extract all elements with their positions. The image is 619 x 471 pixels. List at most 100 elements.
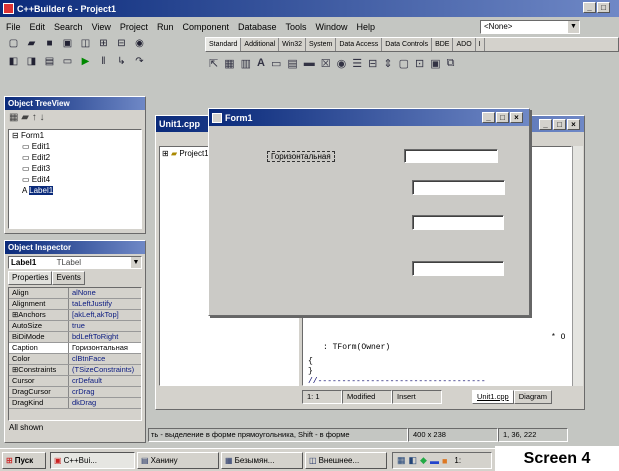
combobox-icon[interactable]: ⊟ [368,57,377,70]
memo-icon[interactable]: ▤ [287,57,297,70]
menu-help[interactable]: Help [357,22,376,32]
tray-icon-4[interactable]: ▬ [430,456,439,466]
pause-icon[interactable]: ‖ [96,55,111,69]
form-min-button[interactable]: _ [482,112,495,123]
task-button-2[interactable]: ▤ Ханину [137,452,219,469]
minimize-button[interactable]: _ [583,2,596,13]
form-edit2[interactable] [412,180,505,195]
menu-project[interactable]: Project [120,22,148,32]
tree-item-edit4[interactable]: ▭ Edit4 [12,174,141,185]
scrollbar-icon[interactable]: ⇕ [383,57,392,70]
toggle-icon[interactable]: ▤ [42,55,57,69]
prop-row-bidimode[interactable]: BiDiMode bdLeftToRight [9,332,141,343]
prop-row-constraints[interactable]: ⊞Constraints (TSizeConstraints) [9,365,141,376]
tree-item-label1[interactable]: A Label1 [12,185,141,196]
open-icon[interactable]: ▰ [24,37,39,51]
maximize-button[interactable]: □ [597,2,610,13]
editor-vscrollbar[interactable] [572,146,583,386]
checkbox-icon[interactable]: ☒ [321,57,331,70]
save-icon[interactable]: ■ [42,37,57,51]
tree-item-form1[interactable]: ⊟ Form1 [12,130,141,141]
tab-unit1-cpp[interactable]: Unit1.cpp [472,390,514,404]
trace-into-icon[interactable]: ↳ [114,55,129,69]
tab-diagram[interactable]: Diagram [513,390,553,404]
radio-icon[interactable]: ◉ [337,57,347,70]
menu-view[interactable]: View [92,22,111,32]
tree-item-edit3[interactable]: ▭ Edit3 [12,163,141,174]
add-file-icon[interactable]: ⊞ [96,37,111,51]
popupmenu-icon[interactable]: ▥ [241,57,251,70]
label-icon[interactable]: A [257,57,265,69]
menu-edit[interactable]: Edit [30,22,46,32]
editor-min-button[interactable]: _ [539,119,552,130]
edit-icon[interactable]: ▭ [271,57,281,70]
tree-node-project[interactable]: Project1 [179,149,208,158]
menu-component[interactable]: Component [182,22,229,32]
desktop-combo[interactable]: <None> ▼ [480,20,580,34]
inspector-object-combo[interactable]: Label1 TLabel ▼ [8,256,142,269]
tree-item-edit2[interactable]: ▭ Edit2 [12,152,141,163]
form-edit4[interactable] [412,261,504,276]
up-arrow-icon[interactable]: ↑ [32,112,37,123]
plus-icon[interactable]: ⊞ [162,149,169,158]
folder-icon[interactable]: ▦ [9,112,18,123]
tray-icon-3[interactable]: ◆ [420,455,427,466]
prop-row-autosize[interactable]: AutoSize true [9,321,141,332]
help-icon[interactable]: ◉ [132,37,147,51]
prop-row-caption[interactable]: Caption Горизонтальная [9,343,141,354]
form-edit1[interactable] [404,149,498,163]
task-button-3[interactable]: ▦ Безымян... [221,452,303,469]
palette-tab-data-controls[interactable]: Data Controls [382,38,433,51]
new-form-icon[interactable]: ▭ [60,55,75,69]
palette-tab-win32[interactable]: Win32 [279,38,307,51]
menu-run[interactable]: Run [157,22,174,32]
start-button[interactable]: ⊞ Пуск [2,452,46,469]
tray-icon-5[interactable]: ■ [442,456,447,466]
groupbox-icon[interactable]: ▢ [399,57,409,70]
menu-search[interactable]: Search [54,22,83,32]
run-icon[interactable]: ▶ [78,55,93,69]
palette-tab-i[interactable]: I [476,38,485,51]
menu-tools[interactable]: Tools [286,22,307,32]
prop-row-anchors[interactable]: ⊞Anchors [akLeft,akTop] [9,310,141,321]
menu-window[interactable]: Window [316,22,348,32]
save-all-icon[interactable]: ▣ [60,37,75,51]
task-button-cbuilder[interactable]: ▣ C++Bui... [50,452,135,469]
palette-tab-system[interactable]: System [306,38,337,51]
tab-events[interactable]: Events [52,271,85,285]
button-icon[interactable]: ▬ [304,57,315,69]
view-unit-icon[interactable]: ◧ [6,55,21,69]
task-button-4[interactable]: ◫ Внешнее... [305,452,387,469]
prop-row-dragcursor[interactable]: DragCursor crDrag [9,387,141,398]
remove-file-icon[interactable]: ⊟ [114,37,129,51]
form-edit3[interactable] [412,215,504,230]
prop-row-dragkind[interactable]: DragKind dkDrag [9,398,141,409]
form-label1[interactable]: Горизонтальная [267,151,335,162]
step-over-icon[interactable]: ↷ [132,55,147,69]
prop-row-align[interactable]: Align alNone [9,288,141,299]
listbox-icon[interactable]: ☰ [352,57,362,70]
form-max-button[interactable]: □ [496,112,509,123]
tray-icon-2[interactable]: ◧ [409,455,418,466]
folder-open-icon[interactable]: ▰ [21,112,29,123]
palette-tab-data-access[interactable]: Data Access [336,38,383,51]
prop-row-color[interactable]: Color clBtnFace [9,354,141,365]
mainmenu-icon[interactable]: ▦ [224,57,234,70]
radiogroup-icon[interactable]: ⊡ [415,57,424,70]
editor-max-button[interactable]: □ [553,119,566,130]
actionlist-icon[interactable]: ⧉ [447,57,455,70]
prop-row-cursor[interactable]: Cursor crDefault [9,376,141,387]
tray-icon-1[interactable]: ▦ [397,455,406,466]
pointer-icon[interactable]: ⇱ [209,57,218,70]
palette-tab-bde[interactable]: BDE [432,38,454,51]
palette-tab-standard[interactable]: Standard [206,38,242,51]
new-icon[interactable]: ▢ [6,37,21,51]
panel-icon[interactable]: ▣ [430,57,440,70]
palette-tab-ado[interactable]: ADO [453,38,476,51]
view-form-icon[interactable]: ◨ [24,55,39,69]
editor-close-button[interactable]: × [567,119,580,130]
open-project-icon[interactable]: ◫ [78,37,93,51]
tab-properties[interactable]: Properties [8,271,53,285]
down-arrow-icon[interactable]: ↓ [40,112,45,123]
menu-database[interactable]: Database [238,22,277,32]
